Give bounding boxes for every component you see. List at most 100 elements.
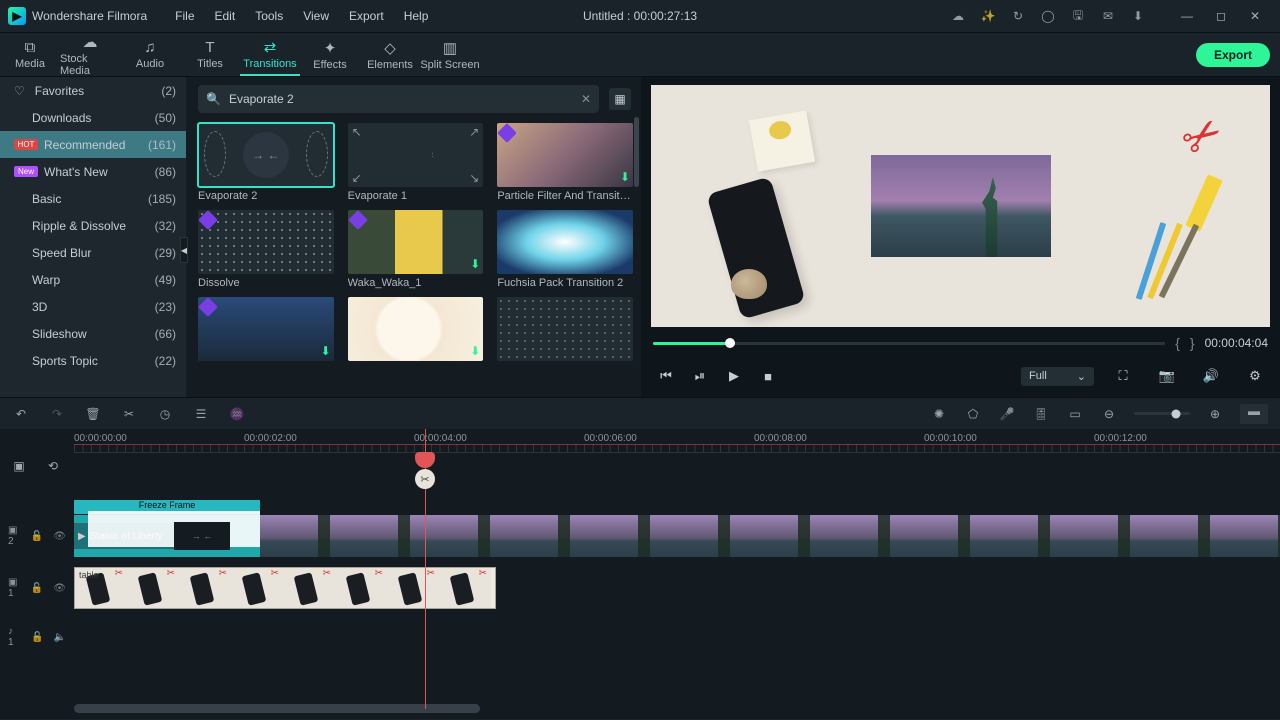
sidebar-item-recommended[interactable]: HOTRecommended(161) xyxy=(0,131,186,158)
refresh-icon[interactable]: ↻ xyxy=(1010,8,1026,24)
snapshot-button[interactable]: 📷 xyxy=(1152,363,1182,389)
tab-elements[interactable]: ◇Elements xyxy=(360,33,420,76)
transition-thumb[interactable]: Fuchsia Pack Transition 2 xyxy=(497,210,633,289)
menu-file[interactable]: File xyxy=(165,5,204,27)
clip-table[interactable]: table xyxy=(74,567,496,609)
marker-button[interactable]: ⬠ xyxy=(964,407,982,421)
window-close-button[interactable]: ✕ xyxy=(1238,2,1272,30)
timeline-horizontal-scrollbar[interactable] xyxy=(74,704,480,713)
tab-transitions[interactable]: ⇄Transitions xyxy=(240,33,300,76)
playhead[interactable]: ✂ xyxy=(425,429,426,709)
timeline[interactable]: ▣ ⟲ 00:00:00:00 00:00:02:00 00:00:04:00 … xyxy=(0,429,1280,719)
search-box[interactable]: 🔍 ✕ xyxy=(198,85,599,113)
mark-in-button[interactable]: { xyxy=(1175,335,1180,351)
zoom-in-button[interactable]: ⊕ xyxy=(1206,407,1224,421)
playback-quality-select[interactable]: Full⌄ xyxy=(1021,367,1094,386)
play-button[interactable]: ▶ xyxy=(719,363,749,389)
track-manager-button[interactable]: ▣ xyxy=(10,457,28,475)
tab-media[interactable]: ⧉Media xyxy=(0,33,60,76)
tab-effects[interactable]: ✦Effects xyxy=(300,33,360,76)
audio-track-1[interactable] xyxy=(74,625,1280,649)
download-icon[interactable]: ⬇ xyxy=(1130,8,1146,24)
mute-track-icon[interactable]: 🔈 xyxy=(54,632,66,643)
download-icon[interactable]: ⬇ xyxy=(470,257,480,271)
tab-split-screen[interactable]: ▥Split Screen xyxy=(420,33,480,76)
sidebar-item-favorites[interactable]: ♡Favorites(2) xyxy=(0,77,186,104)
zoom-to-fit-button[interactable]: ▬ xyxy=(1240,404,1268,424)
toggle-visibility-icon[interactable]: 👁 xyxy=(53,583,66,594)
sidebar-item-ripple-dissolve[interactable]: Ripple & Dissolve(32) xyxy=(0,212,186,239)
toggle-visibility-icon[interactable]: 👁 xyxy=(53,531,66,542)
save-icon[interactable]: 🖫 xyxy=(1070,8,1086,24)
message-icon[interactable]: ✉ xyxy=(1100,8,1116,24)
video-track-2[interactable]: Freeze Frame ▶Statue of Liberty → ← xyxy=(74,515,1280,557)
download-icon[interactable]: ⬇ xyxy=(620,170,630,184)
audio-adjust-button[interactable]: ♒ xyxy=(228,407,246,421)
preview-canvas[interactable]: ✂ xyxy=(651,85,1270,327)
transition-thumb[interactable] xyxy=(497,297,633,364)
sidebar-item-sports-topic[interactable]: Sports Topic(22) xyxy=(0,347,186,374)
transition-thumb[interactable]: Dissolve xyxy=(198,210,334,289)
fullscreen-preview-button[interactable]: ⛶ xyxy=(1108,363,1138,389)
transition-thumb[interactable]: ⬇ xyxy=(198,297,334,364)
transition-thumb[interactable]: ⬇ xyxy=(348,297,484,364)
redo-button[interactable]: ↷ xyxy=(48,407,66,421)
record-voiceover-button[interactable]: 🎤 xyxy=(998,407,1016,421)
sidebar-item-downloads[interactable]: Downloads(50) xyxy=(0,104,186,131)
sidebar-item-what-s-new[interactable]: NewWhat's New(86) xyxy=(0,158,186,185)
preview-settings-button[interactable]: ⚙ xyxy=(1240,363,1270,389)
sidebar-item-speed-blur[interactable]: Speed Blur(29) xyxy=(0,239,186,266)
download-icon[interactable]: ⬇ xyxy=(321,344,331,358)
sidebar-item-warp[interactable]: Warp(49) xyxy=(0,266,186,293)
menu-view[interactable]: View xyxy=(293,5,339,27)
download-icon[interactable]: ⬇ xyxy=(470,344,480,358)
clip-statue-of-liberty[interactable]: ▶Statue of Liberty → ← xyxy=(74,515,1280,557)
account-icon[interactable]: ◯ xyxy=(1040,8,1056,24)
delete-button[interactable]: 🗑 xyxy=(84,407,102,421)
crop-button[interactable]: ☰ xyxy=(192,407,210,421)
search-input[interactable] xyxy=(229,92,573,106)
cloud-icon[interactable]: ☁ xyxy=(950,8,966,24)
playhead-scissors-icon[interactable]: ✂ xyxy=(415,469,435,489)
menu-help[interactable]: Help xyxy=(394,5,439,27)
sparkle-icon[interactable]: ✨ xyxy=(980,8,996,24)
lock-track-icon[interactable]: 🔓 xyxy=(31,583,43,594)
menu-edit[interactable]: Edit xyxy=(205,5,246,27)
sidebar-item-slideshow[interactable]: Slideshow(66) xyxy=(0,320,186,347)
menu-tools[interactable]: Tools xyxy=(245,5,293,27)
toggle-track-size-button[interactable]: ▭ xyxy=(1066,407,1084,421)
video-track-1[interactable]: table xyxy=(74,567,1280,609)
audio-mixer-button[interactable]: 🎚 xyxy=(1032,407,1050,421)
tab-audio[interactable]: ♫Audio xyxy=(120,33,180,76)
tab-stock-media[interactable]: ☁Stock Media xyxy=(60,33,120,76)
lock-track-icon[interactable]: 🔓 xyxy=(31,632,43,643)
view-grid-button[interactable]: ▦ xyxy=(609,88,631,110)
split-button[interactable]: ✂ xyxy=(120,407,138,421)
export-button[interactable]: Export xyxy=(1196,43,1270,67)
zoom-out-button[interactable]: ⊖ xyxy=(1100,407,1118,421)
applied-transition-icon[interactable]: → ← xyxy=(174,522,230,550)
stop-button[interactable]: ■ xyxy=(753,363,783,389)
render-preview-button[interactable]: ✺ xyxy=(930,407,948,421)
auto-ripple-button[interactable]: ⟲ xyxy=(44,457,62,475)
clear-search-icon[interactable]: ✕ xyxy=(581,92,591,106)
sidebar-item-3d[interactable]: 3D(23) xyxy=(0,293,186,320)
timeline-ruler[interactable]: 00:00:00:00 00:00:02:00 00:00:04:00 00:0… xyxy=(74,429,1280,453)
mark-out-button[interactable]: } xyxy=(1190,335,1195,351)
transition-thumb[interactable]: ⬇Waka_Waka_1 xyxy=(348,210,484,289)
menu-export[interactable]: Export xyxy=(339,5,394,27)
tab-titles[interactable]: TTitles xyxy=(180,33,240,76)
sidebar-collapse-handle[interactable]: ◀ xyxy=(180,237,188,263)
preview-scrubber[interactable] xyxy=(653,342,1165,345)
gallery-scrollbar[interactable] xyxy=(634,117,639,187)
play-pause-button[interactable]: ⏯ xyxy=(685,363,715,389)
window-maximize-button[interactable]: ◻ xyxy=(1204,2,1238,30)
speed-button[interactable]: ◷ xyxy=(156,407,174,421)
sidebar-item-basic[interactable]: Basic(185) xyxy=(0,185,186,212)
transition-thumb[interactable]: ⬇Particle Filter And Transit… xyxy=(497,123,633,202)
prev-frame-button[interactable]: ⏮ xyxy=(651,363,681,389)
undo-button[interactable]: ↶ xyxy=(12,407,30,421)
transition-thumb[interactable]: ↖↗↙↘Evaporate 1 xyxy=(348,123,484,202)
preview-volume-button[interactable]: 🔊 xyxy=(1196,363,1226,389)
lock-track-icon[interactable]: 🔓 xyxy=(31,531,43,542)
